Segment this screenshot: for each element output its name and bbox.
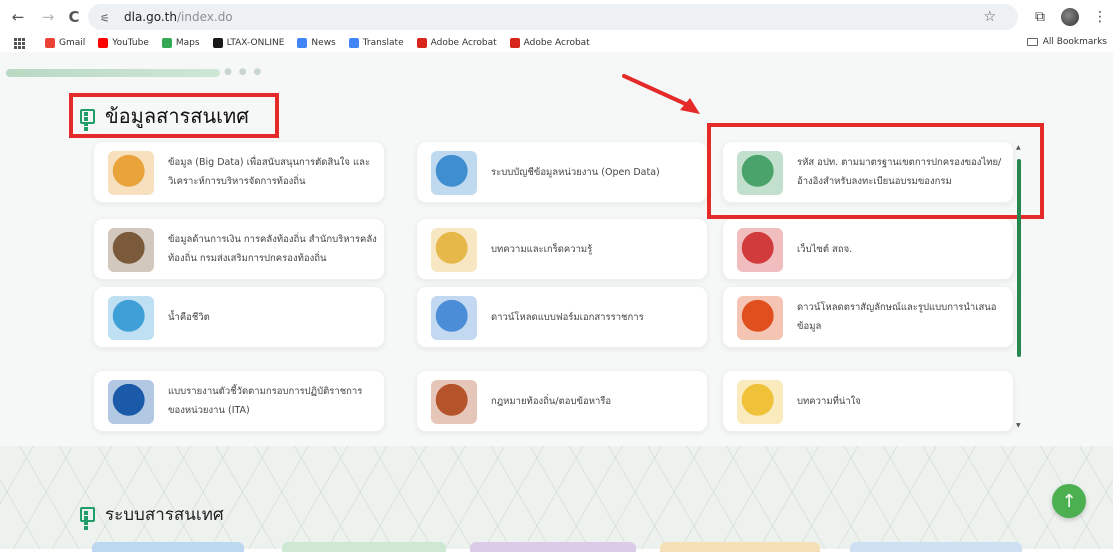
maps-pin-icon [161, 38, 172, 48]
bookmark-label: LTAX-ONLINE [226, 38, 285, 48]
red-arrow-annotation [622, 74, 700, 114]
info-card-label: ระบบบัญชีข้อมูลหน่วยงาน (Open Data) [491, 166, 660, 178]
ltax-icon [212, 38, 223, 48]
bookmark-label: Adobe Acrobat [430, 38, 497, 48]
document-form-icon [431, 296, 477, 340]
folder-icon [1026, 38, 1038, 46]
info-card-label: น้ำคือชีวิต [168, 311, 210, 323]
info-card-label: แบบรายงานตัวชี้วัดตามกรอบการปฏิบัติราชกา… [168, 386, 363, 416]
scroll-up-arrow[interactable]: ▲ [1016, 144, 1021, 151]
scroll-to-top-button[interactable]: ↑ [1052, 484, 1086, 518]
water-tap-icon [108, 296, 154, 340]
google-icon [45, 38, 55, 48]
info-card[interactable]: กฎหมายท้องถิ่น/ตอบข้อหารือ [416, 370, 708, 432]
bookmark-item[interactable]: Gmail [45, 38, 85, 48]
scroll-down-arrow[interactable]: ▼ [1016, 422, 1021, 429]
info-card-label: ดาวน์โหลดแบบฟอร์มเอกสารราชการ [491, 311, 644, 323]
bookmark-label: YouTube [112, 38, 149, 48]
bookmark-label: Adobe Acrobat [523, 38, 590, 48]
system-card[interactable] [850, 542, 1022, 552]
decoration-dots: ● ● ● [224, 67, 264, 77]
news-icon [297, 38, 308, 48]
info-card[interactable]: ดาวน์โหลดแบบฟอร์มเอกสารราชการ [416, 286, 708, 348]
info-card[interactable]: น้ำคือชีวิต [93, 286, 385, 348]
extensions-icon[interactable]: ⧉ [1030, 7, 1050, 27]
system-card[interactable] [282, 542, 446, 552]
page-viewport: ● ● ● ข้อมูลสารสนเทศ ข้อมูล (Big Data) เ… [0, 52, 1113, 552]
section-grid-icon [80, 507, 95, 530]
info-card-label: กฎหมายท้องถิ่น/ตอบข้อหารือ [491, 395, 612, 407]
bookmark-item[interactable]: Adobe Acrobat [509, 38, 590, 48]
url-host: dla.go.th [124, 10, 177, 24]
reload-button[interactable]: C [63, 6, 85, 28]
highlight-box-title [69, 93, 279, 138]
bookmark-item[interactable]: Adobe Acrobat [416, 38, 497, 48]
apps-grid-icon[interactable] [14, 37, 25, 49]
profile-avatar[interactable] [1061, 8, 1079, 26]
scrollbar-thumb[interactable] [1017, 159, 1021, 357]
info-card-label: บทความที่น่าใจ [797, 395, 861, 407]
all-bookmarks-label: All Bookmarks [1042, 37, 1107, 47]
info-card[interactable]: ดาวน์โหลดตราสัญลักษณ์และรูปแบบการนำเสนอข… [722, 286, 1014, 348]
system-card[interactable] [660, 542, 820, 552]
info-card[interactable]: ระบบบัญชีข้อมูลหน่วยงาน (Open Data) [416, 141, 708, 203]
info-card-label: บทความและเกร็ดความรู้ [491, 243, 593, 255]
big-data-icon [108, 151, 154, 195]
info-card[interactable]: เว็บไซต์ สถจ. [722, 218, 1014, 280]
info-card[interactable]: ข้อมูลด้านการเงิน การคลังท้องถิ่น สำนักบ… [93, 218, 385, 280]
acrobat-icon [416, 38, 427, 48]
section2-title-text: ระบบสารสนเทศ [105, 505, 224, 525]
open-data-icon [431, 151, 477, 195]
knowledge-sprout-icon [431, 228, 477, 272]
bookmarks-list: Gmail YouTube Maps LTAX-ONLINE News Translate… [45, 38, 603, 48]
system-card[interactable] [92, 542, 244, 552]
bookmark-label: Gmail [59, 38, 86, 48]
back-button[interactable]: ← [7, 6, 29, 28]
gavel-icon [431, 380, 477, 424]
emblem-icon [737, 296, 783, 340]
section-title-systems: ระบบสารสนเทศ [80, 501, 224, 530]
bookmark-star-icon[interactable]: ☆ [983, 9, 996, 25]
bookmark-item[interactable]: Maps [161, 38, 200, 48]
book-bulb-icon [737, 380, 783, 424]
site-settings-icon[interactable]: ⚟ [100, 12, 114, 25]
top-decoration-strip [6, 69, 220, 77]
info-card-label: ข้อมูลด้านการเงิน การคลังท้องถิ่น สำนักบ… [168, 234, 377, 264]
bookmark-label: Maps [175, 38, 200, 48]
bookmark-label: News [311, 38, 336, 48]
info-card-label: ดาวน์โหลดตราสัญลักษณ์และรูปแบบการนำเสนอข… [797, 302, 997, 332]
pattern-background [0, 446, 1113, 549]
youtube-icon [98, 38, 109, 48]
info-card[interactable]: แบบรายงานตัวชี้วัดตามกรอบการปฏิบัติราชกา… [93, 370, 385, 432]
bookmark-item[interactable]: LTAX-ONLINE [212, 38, 285, 48]
finance-chart-icon [108, 228, 154, 272]
bookmark-label: Translate [362, 38, 404, 48]
ita-logo-icon [108, 380, 154, 424]
info-card[interactable]: ข้อมูล (Big Data) เพื่อสนับสนุนการตัดสิน… [93, 141, 385, 203]
globe-icon [737, 228, 783, 272]
forward-button[interactable]: → [37, 6, 59, 28]
highlight-box-card [707, 123, 1044, 219]
bookmark-item[interactable]: YouTube [98, 38, 149, 48]
address-bar[interactable]: ⚟ dla.go.th/index.do ☆ [88, 4, 1018, 30]
url-path: /index.do [177, 10, 233, 24]
bookmark-item[interactable]: News [297, 38, 336, 48]
bookmarks-bar: Gmail YouTube Maps LTAX-ONLINE News Translate… [0, 34, 1113, 52]
info-card[interactable]: บทความที่น่าใจ [722, 370, 1014, 432]
bookmark-item[interactable]: Translate [348, 38, 404, 48]
info-card-label: ข้อมูล (Big Data) เพื่อสนับสนุนการตัดสิน… [168, 157, 371, 187]
browser-toolbar: ← → C ⚟ dla.go.th/index.do ☆ ⧉ ⋮ [0, 0, 1113, 34]
menu-kebab-icon[interactable]: ⋮ [1090, 7, 1110, 27]
all-bookmarks-button[interactable]: All Bookmarks [1026, 37, 1107, 47]
translate-icon [348, 38, 359, 48]
system-card[interactable] [470, 542, 636, 552]
info-card-label: เว็บไซต์ สถจ. [797, 243, 853, 255]
info-card[interactable]: บทความและเกร็ดความรู้ [416, 218, 708, 280]
acrobat-icon [509, 38, 520, 48]
